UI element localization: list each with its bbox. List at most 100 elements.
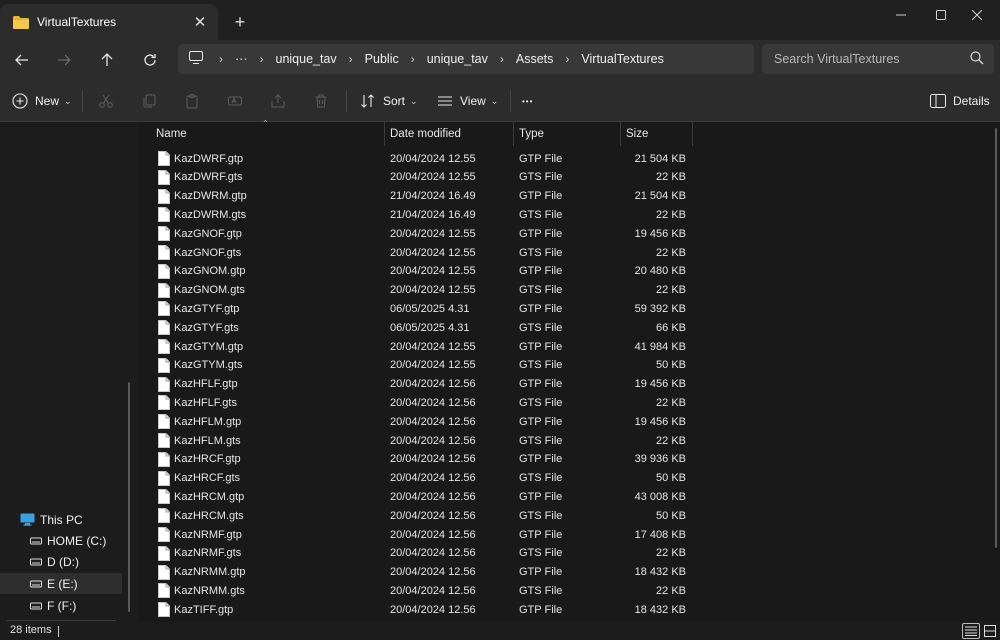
more-options-button[interactable]: ••• [522,88,533,114]
back-icon[interactable] [6,44,38,76]
table-row[interactable]: KazDWRF.gtp 20/04/2024 12.55 GTP File 21 50… [138,149,698,168]
file-type: GTP File [519,566,563,579]
table-row[interactable]: KazNRMM.gtp 20/04/2024 12.56 GTP File 18 43… [138,563,698,582]
view-button[interactable]: View ⌄ [437,88,498,114]
new-button[interactable]: New ⌄ [12,88,72,114]
search-input[interactable]: Search VirtualTextures [762,44,994,74]
chevron-right-icon[interactable]: › [405,52,421,66]
folder-icon [13,15,29,29]
table-row[interactable]: KazGNOM.gtp 20/04/2024 12.55 GTP File 20 48… [138,262,698,281]
table-row[interactable]: KazGNOF.gtp 20/04/2024 12.55 GTP File 19 45… [138,224,698,243]
chevron-right-icon[interactable]: › [213,52,229,66]
chevron-right-icon[interactable]: › [559,52,575,66]
main-scrollbar[interactable] [995,128,997,548]
file-icon [158,602,170,618]
close-icon[interactable]: ✕ [186,8,214,36]
details-button[interactable]: Details [930,88,990,114]
up-icon[interactable] [91,44,123,76]
table-row[interactable]: KazDWRM.gtp 21/04/2024 16.49 GTP File 21 50… [138,187,698,206]
file-size: 21 504 KB [634,190,686,203]
sidebar-item-e[interactable]: E (E:) [0,573,122,594]
monitor-icon[interactable] [189,51,203,67]
table-row[interactable]: KazNRMF.gts 20/04/2024 12.56 GTS File 22 KB [138,544,698,563]
table-row[interactable]: KazDWRF.gts 20/04/2024 12.55 GTS File 22 KB [138,168,698,187]
table-row[interactable]: KazHFLM.gts 20/04/2024 12.56 GTS File 22 KB [138,431,698,450]
forward-icon[interactable] [48,44,80,76]
breadcrumb-overflow[interactable]: ··· [229,52,254,66]
sort-button[interactable]: Sort ⌄ [360,88,418,114]
breadcrumb-item[interactable]: Assets [510,52,560,66]
table-row[interactable]: KazGTYM.gtp 20/04/2024 12.55 GTP File 41 98… [138,337,698,356]
file-list: ⌃ Name Date modified Type Size KazDWRF.g… [138,119,1000,622]
new-tab-button[interactable]: + [226,8,254,36]
file-type: GTS File [519,472,563,485]
file-size: 20 480 KB [634,265,686,278]
column-header-type[interactable]: Type [519,122,544,146]
column-divider[interactable] [384,122,385,146]
copy-button[interactable] [141,88,157,114]
table-row[interactable]: KazHFLM.gtp 20/04/2024 12.56 GTP File 19 45… [138,412,698,431]
file-name: KazGTYM.gts [174,359,243,372]
delete-button[interactable] [313,88,329,114]
tiles-view-toggle[interactable] [981,623,999,639]
table-row[interactable]: KazGNOM.gts 20/04/2024 12.55 GTS File 22 KB [138,281,698,300]
file-name: KazHRCF.gtp [174,453,241,466]
details-view-toggle[interactable] [962,623,980,639]
trash-icon [315,94,327,108]
column-divider[interactable] [620,122,621,146]
table-row[interactable]: KazNRMF.gtp 20/04/2024 12.56 GTP File 17 40… [138,525,698,544]
table-row[interactable]: KazGTYF.gtp 06/05/2025 4.31 GTP File 59 392… [138,299,698,318]
chevron-right-icon[interactable]: › [343,52,359,66]
table-row[interactable]: KazGTYF.gts 06/05/2025 4.31 GTS File 66 KB [138,318,698,337]
breadcrumb-item[interactable]: unique_tav [421,52,494,66]
sidebar-scrollbar[interactable] [128,382,130,612]
table-row[interactable]: KazHFLF.gtp 20/04/2024 12.56 GTP File 19 45… [138,375,698,394]
chevron-right-icon[interactable]: › [494,52,510,66]
table-row[interactable]: KazHRCM.gtp 20/04/2024 12.56 GTP File 43 00… [138,487,698,506]
search-icon[interactable] [970,51,984,65]
table-row[interactable]: KazHFLF.gts 20/04/2024 12.56 GTS File 22 KB [138,393,698,412]
chevron-right-icon[interactable]: › [254,52,270,66]
file-size: 19 456 KB [634,378,686,391]
column-header-size[interactable]: Size [626,122,648,146]
table-row[interactable]: KazHRCM.gts 20/04/2024 12.56 GTS File 50 KB [138,506,698,525]
sidebar-item-label: HOME (C:) [47,533,107,548]
breadcrumb-item[interactable]: Public [359,52,405,66]
table-row[interactable]: KazGTYM.gts 20/04/2024 12.55 GTS File 50 KB [138,356,698,375]
table-row[interactable]: KazDWRM.gts 21/04/2024 16.49 GTS File 22 KB [138,205,698,224]
file-icon [158,470,170,486]
file-size: 39 936 KB [634,453,686,466]
address-bar[interactable]: › ··· › unique_tav › Public › unique_tav… [178,44,754,74]
column-divider[interactable] [513,122,514,146]
file-date-modified: 20/04/2024 12.55 [390,227,476,240]
sidebar-item-d[interactable]: D (D:) [0,551,122,572]
breadcrumb-item[interactable]: unique_tav [270,52,343,66]
paste-button[interactable] [184,88,200,114]
column-divider[interactable] [692,122,693,146]
file-name: KazHFLM.gtp [174,415,242,428]
file-icon [158,207,170,223]
table-row[interactable]: KazNRMM.gts 20/04/2024 12.56 GTS File 22 KB [138,581,698,600]
file-size: 18 432 KB [634,566,686,579]
details-label: Details [953,94,990,108]
refresh-icon[interactable] [134,44,166,76]
table-row[interactable]: KazGNOF.gts 20/04/2024 12.55 GTS File 22 KB [138,243,698,262]
sort-icon [361,94,374,108]
file-size: 50 KB [656,359,686,372]
table-row[interactable]: KazTIFF.gtp 20/04/2024 12.56 GTP File 18 43… [138,600,698,619]
sidebar-item-this-pc[interactable]: This PC [0,509,122,530]
column-header-name[interactable]: Name [156,122,187,146]
cut-button[interactable] [98,88,114,114]
breadcrumb-item[interactable]: VirtualTextures [575,52,669,66]
file-date-modified: 20/04/2024 12.55 [390,265,476,278]
sidebar-item-home-c[interactable]: HOME (C:) [0,530,122,551]
table-row[interactable]: KazHRCF.gts 20/04/2024 12.56 GTS File 50 KB [138,469,698,488]
share-button[interactable] [270,88,286,114]
tab-virtualtextures[interactable]: VirtualTextures ✕ [0,4,218,40]
column-header-date[interactable]: Date modified [390,122,461,146]
rename-button[interactable] [227,88,243,114]
sidebar-item-f[interactable]: F (F:) [0,595,122,616]
table-row[interactable]: KazHRCF.gtp 20/04/2024 12.56 GTP File 39 93… [138,450,698,469]
file-size: 59 392 KB [634,302,686,315]
window-close-icon[interactable] [954,0,1000,30]
